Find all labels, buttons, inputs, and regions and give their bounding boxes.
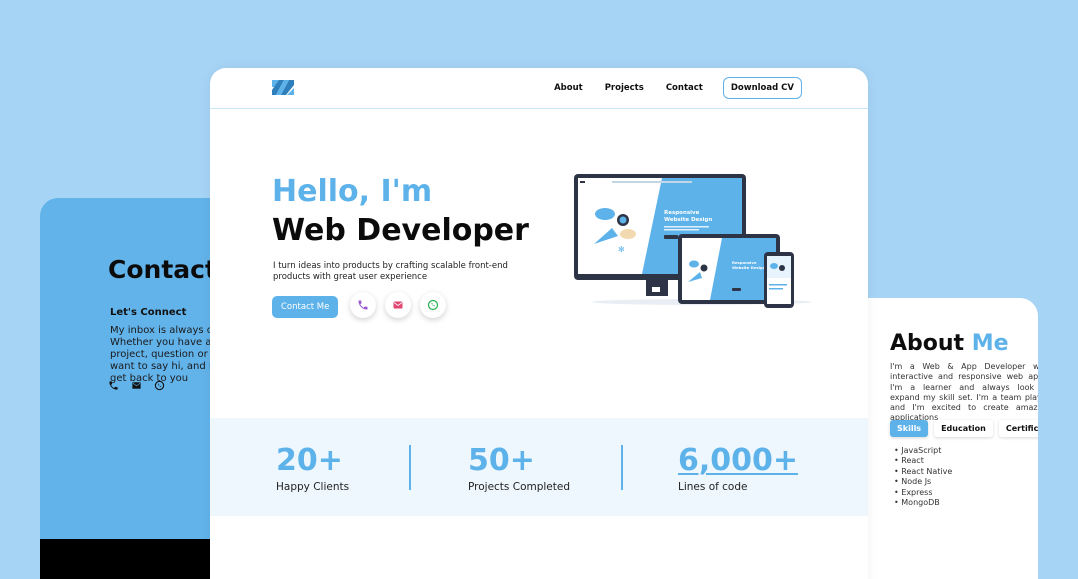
mail-button[interactable]: [385, 292, 411, 318]
about-title-accent: Me: [971, 331, 1009, 356]
stat-value: 6,000+: [678, 443, 799, 478]
stat-value: 50+: [468, 443, 535, 478]
whatsapp-icon: [427, 299, 439, 311]
list-item: Node Js: [894, 477, 952, 487]
hero-role: Web Developer: [272, 213, 529, 248]
nav-projects[interactable]: Projects: [605, 83, 644, 93]
stat-label: Happy Clients: [276, 481, 350, 493]
mail-icon: [393, 301, 403, 309]
about-title-main: About: [890, 331, 965, 356]
list-item: React: [894, 456, 952, 466]
illustration-caption-line-2: Website Design: [664, 217, 712, 223]
nav-about[interactable]: About: [554, 83, 583, 93]
stat-label: Projects Completed: [468, 481, 571, 493]
stat-label: Lines of code: [678, 481, 748, 493]
contact-icons: [108, 376, 165, 391]
logo-icon[interactable]: [272, 77, 294, 99]
tab-education[interactable]: Education: [934, 420, 993, 437]
about-title: About Me: [890, 331, 1009, 356]
navbar: About Projects Contact Download CV: [210, 68, 868, 109]
contact-title: Contact: [108, 255, 217, 284]
responsive-devices-illustration: Responsive Website Design ✻ Responsive W…: [574, 174, 812, 308]
about-section-preview: About Me I'm a Web & App Developer with …: [868, 298, 1038, 579]
stats-band: 20+ Happy Clients 50+ Projects Completed…: [210, 418, 868, 516]
phone-button[interactable]: [350, 292, 376, 318]
nav-contact[interactable]: Contact: [666, 83, 703, 93]
stat-projects: 50+ Projects Completed: [468, 443, 570, 493]
whatsapp-icon[interactable]: [154, 376, 165, 391]
stat-value: 20+: [276, 443, 343, 478]
contact-subtitle: Let's Connect: [110, 307, 187, 318]
phone-icon[interactable]: [108, 376, 119, 390]
phone-icon: [358, 300, 368, 310]
stat-clients: 20+ Happy Clients: [276, 443, 349, 493]
whatsapp-button[interactable]: [420, 292, 446, 318]
skills-list: JavaScript React React Native Node Js Ex…: [894, 446, 952, 508]
hero-description: I turn ideas into products by crafting s…: [273, 261, 508, 282]
tab-certifications[interactable]: Certifications: [998, 420, 1038, 437]
stat-divider: [621, 445, 623, 490]
tab-skills[interactable]: Skills: [890, 420, 929, 437]
stat-divider: [409, 445, 411, 490]
download-cv-button[interactable]: Download CV: [722, 77, 802, 99]
list-item: JavaScript: [894, 446, 952, 456]
list-item: MongoDB: [894, 498, 952, 508]
list-item: React Native: [894, 467, 952, 477]
list-item: Express: [894, 488, 952, 498]
contact-me-button[interactable]: Contact Me: [272, 296, 339, 318]
svg-text:✻: ✻: [618, 245, 625, 254]
about-tabs: Skills Education Certifications: [890, 420, 1038, 437]
tablet-caption-line-2: Website Design: [732, 265, 766, 270]
nav-links: About Projects Contact Download CV: [532, 77, 802, 99]
illustration-caption-line-1: Responsive: [664, 210, 700, 216]
about-text: I'm a Web & App Developer with interacti…: [890, 362, 1038, 423]
mail-icon[interactable]: [131, 376, 142, 389]
stat-lines-of-code: 6,000+ Lines of code: [678, 443, 798, 493]
home-page-preview: About Projects Contact Download CV Hello…: [210, 68, 868, 579]
hero-greeting: Hello, I'm: [272, 174, 433, 209]
